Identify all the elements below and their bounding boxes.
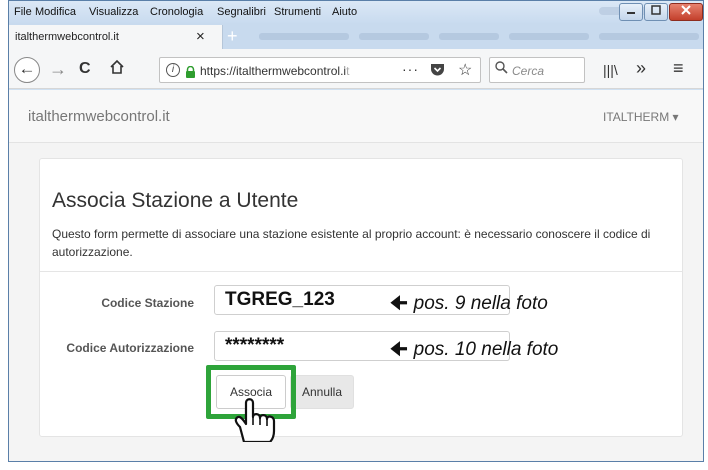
bookmark-star-icon[interactable]: ☆ xyxy=(458,60,472,80)
reload-icon[interactable]: C xyxy=(79,60,91,78)
maximize-icon xyxy=(651,5,661,15)
tab-title: italthermwebcontrol.it xyxy=(15,31,119,43)
home-icon[interactable] xyxy=(109,59,125,78)
maximize-button[interactable] xyxy=(644,3,668,21)
station-code-label: Codice Stazione xyxy=(101,296,194,310)
tab-close-icon[interactable]: × xyxy=(196,28,205,45)
menu-modifica[interactable]: Modifica xyxy=(35,6,76,18)
bookmark-blurred xyxy=(359,33,429,40)
menu-strumenti[interactable]: Strumenti xyxy=(274,6,321,18)
lock-icon[interactable] xyxy=(185,65,196,83)
bookmark-blurred xyxy=(509,33,589,40)
back-button[interactable]: ← xyxy=(14,57,40,83)
annulla-button[interactable]: Annulla xyxy=(290,375,354,409)
pointing-hand-icon xyxy=(234,398,276,442)
auth-code-label: Codice Autorizzazione xyxy=(66,341,194,355)
minimize-button[interactable] xyxy=(619,3,643,21)
page-actions-icon[interactable]: ··· xyxy=(402,61,419,77)
menu-cronologia[interactable]: Cronologia xyxy=(150,6,203,18)
bookmark-blurred xyxy=(439,33,499,40)
url-text: https://italthermwebcontrol.it xyxy=(200,64,350,78)
search-bar[interactable]: Cerca xyxy=(489,57,585,83)
page-title: Associa Stazione a Utente xyxy=(52,189,299,212)
tab-active[interactable]: italthermwebcontrol.it × xyxy=(9,25,223,49)
back-arrow-icon: ← xyxy=(18,59,36,78)
left-arrow-icon: 🠈 xyxy=(390,293,408,314)
menu-file[interactable]: File xyxy=(14,6,32,18)
browser-window: File Modifica Visualizza Cronologia Segn… xyxy=(8,0,704,462)
menu-bar: File Modifica Visualizza Cronologia Segn… xyxy=(9,1,703,23)
search-placeholder: Cerca xyxy=(512,64,545,78)
app-navbar: italthermwebcontrol.it ITALTHERM ▾ xyxy=(9,90,703,143)
bookmark-blurred xyxy=(599,33,699,40)
close-window-button[interactable] xyxy=(669,3,703,21)
menu-aiuto[interactable]: Aiuto xyxy=(332,6,357,18)
url-bar[interactable]: i https://italthermwebcontrol.it ··· ☆ xyxy=(159,57,481,83)
library-icon[interactable]: |||\ xyxy=(603,61,618,79)
user-menu-dropdown[interactable]: ITALTHERM ▾ xyxy=(603,110,679,124)
pocket-icon[interactable] xyxy=(430,63,445,82)
forward-arrow-icon[interactable]: → xyxy=(49,60,67,78)
navigation-bar: ← → C i https://italthermwebcontrol.it ·… xyxy=(9,49,703,89)
auth-code-value: ******** xyxy=(225,335,285,356)
auth-code-annotation: 🠈 pos. 10 nella foto xyxy=(390,339,559,360)
overflow-menu-icon[interactable]: » xyxy=(636,59,646,77)
menu-segnalibri[interactable]: Segnalibri xyxy=(217,6,266,18)
close-icon xyxy=(681,5,691,15)
station-code-annotation: 🠈 pos. 9 nella foto xyxy=(390,293,548,314)
brand-link[interactable]: italthermwebcontrol.it xyxy=(28,108,170,125)
search-icon xyxy=(495,61,508,78)
minimize-icon xyxy=(627,12,635,14)
station-code-value: TGREG_123 xyxy=(225,289,335,310)
bookmark-blurred xyxy=(259,33,349,40)
association-form-panel: Associa Stazione a Utente Questo form pe… xyxy=(39,158,683,442)
tab-strip: italthermwebcontrol.it × + xyxy=(9,23,703,49)
page-content: italthermwebcontrol.it ITALTHERM ▾ Assoc… xyxy=(9,90,703,461)
divider xyxy=(40,271,682,272)
info-icon[interactable]: i xyxy=(166,63,180,77)
new-tab-icon[interactable]: + xyxy=(227,26,238,47)
left-arrow-icon: 🠈 xyxy=(390,339,408,360)
form-description: Questo form permette di associare una st… xyxy=(52,227,651,259)
menu-visualizza[interactable]: Visualizza xyxy=(89,6,138,18)
hamburger-menu-icon[interactable]: ≡ xyxy=(673,59,684,77)
